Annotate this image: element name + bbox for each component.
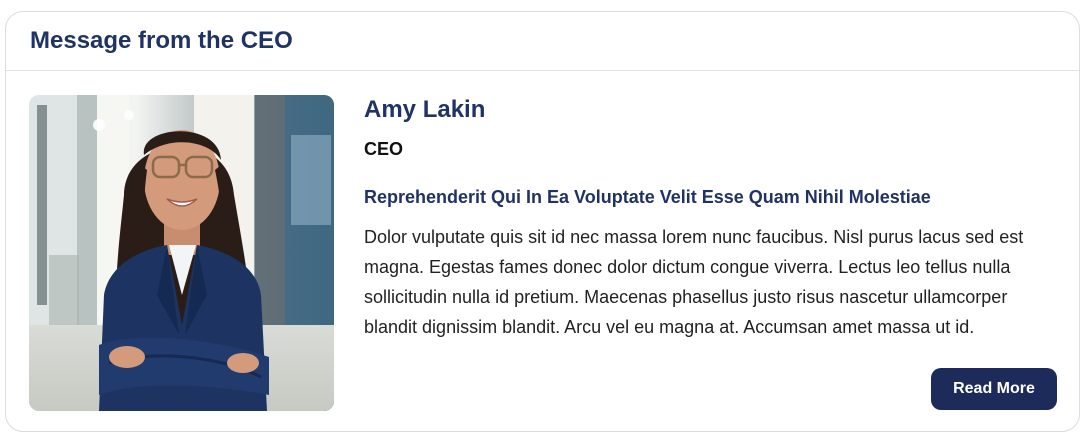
card-title: Message from the CEO xyxy=(30,27,293,54)
message-content: Amy Lakin CEO Reprehenderit Qui In Ea Vo… xyxy=(364,95,1054,342)
person-role: CEO xyxy=(364,139,404,159)
ceo-message-card: Message from the CEO Amy Lakin CEO Repre… xyxy=(5,11,1080,432)
card-header: Message from the CEO xyxy=(6,12,1079,71)
read-more-button[interactable]: Read More xyxy=(931,368,1057,410)
message-title: Reprehenderit Qui In Ea Voluptate Velit … xyxy=(364,187,931,207)
ceo-portrait-icon xyxy=(29,95,334,411)
ceo-photo xyxy=(29,95,334,411)
person-name: Amy Lakin xyxy=(364,96,486,123)
message-body: Dolor vulputate quis sit id nec massa lo… xyxy=(364,227,1024,337)
card-body: Amy Lakin CEO Reprehenderit Qui In Ea Vo… xyxy=(6,71,1079,431)
